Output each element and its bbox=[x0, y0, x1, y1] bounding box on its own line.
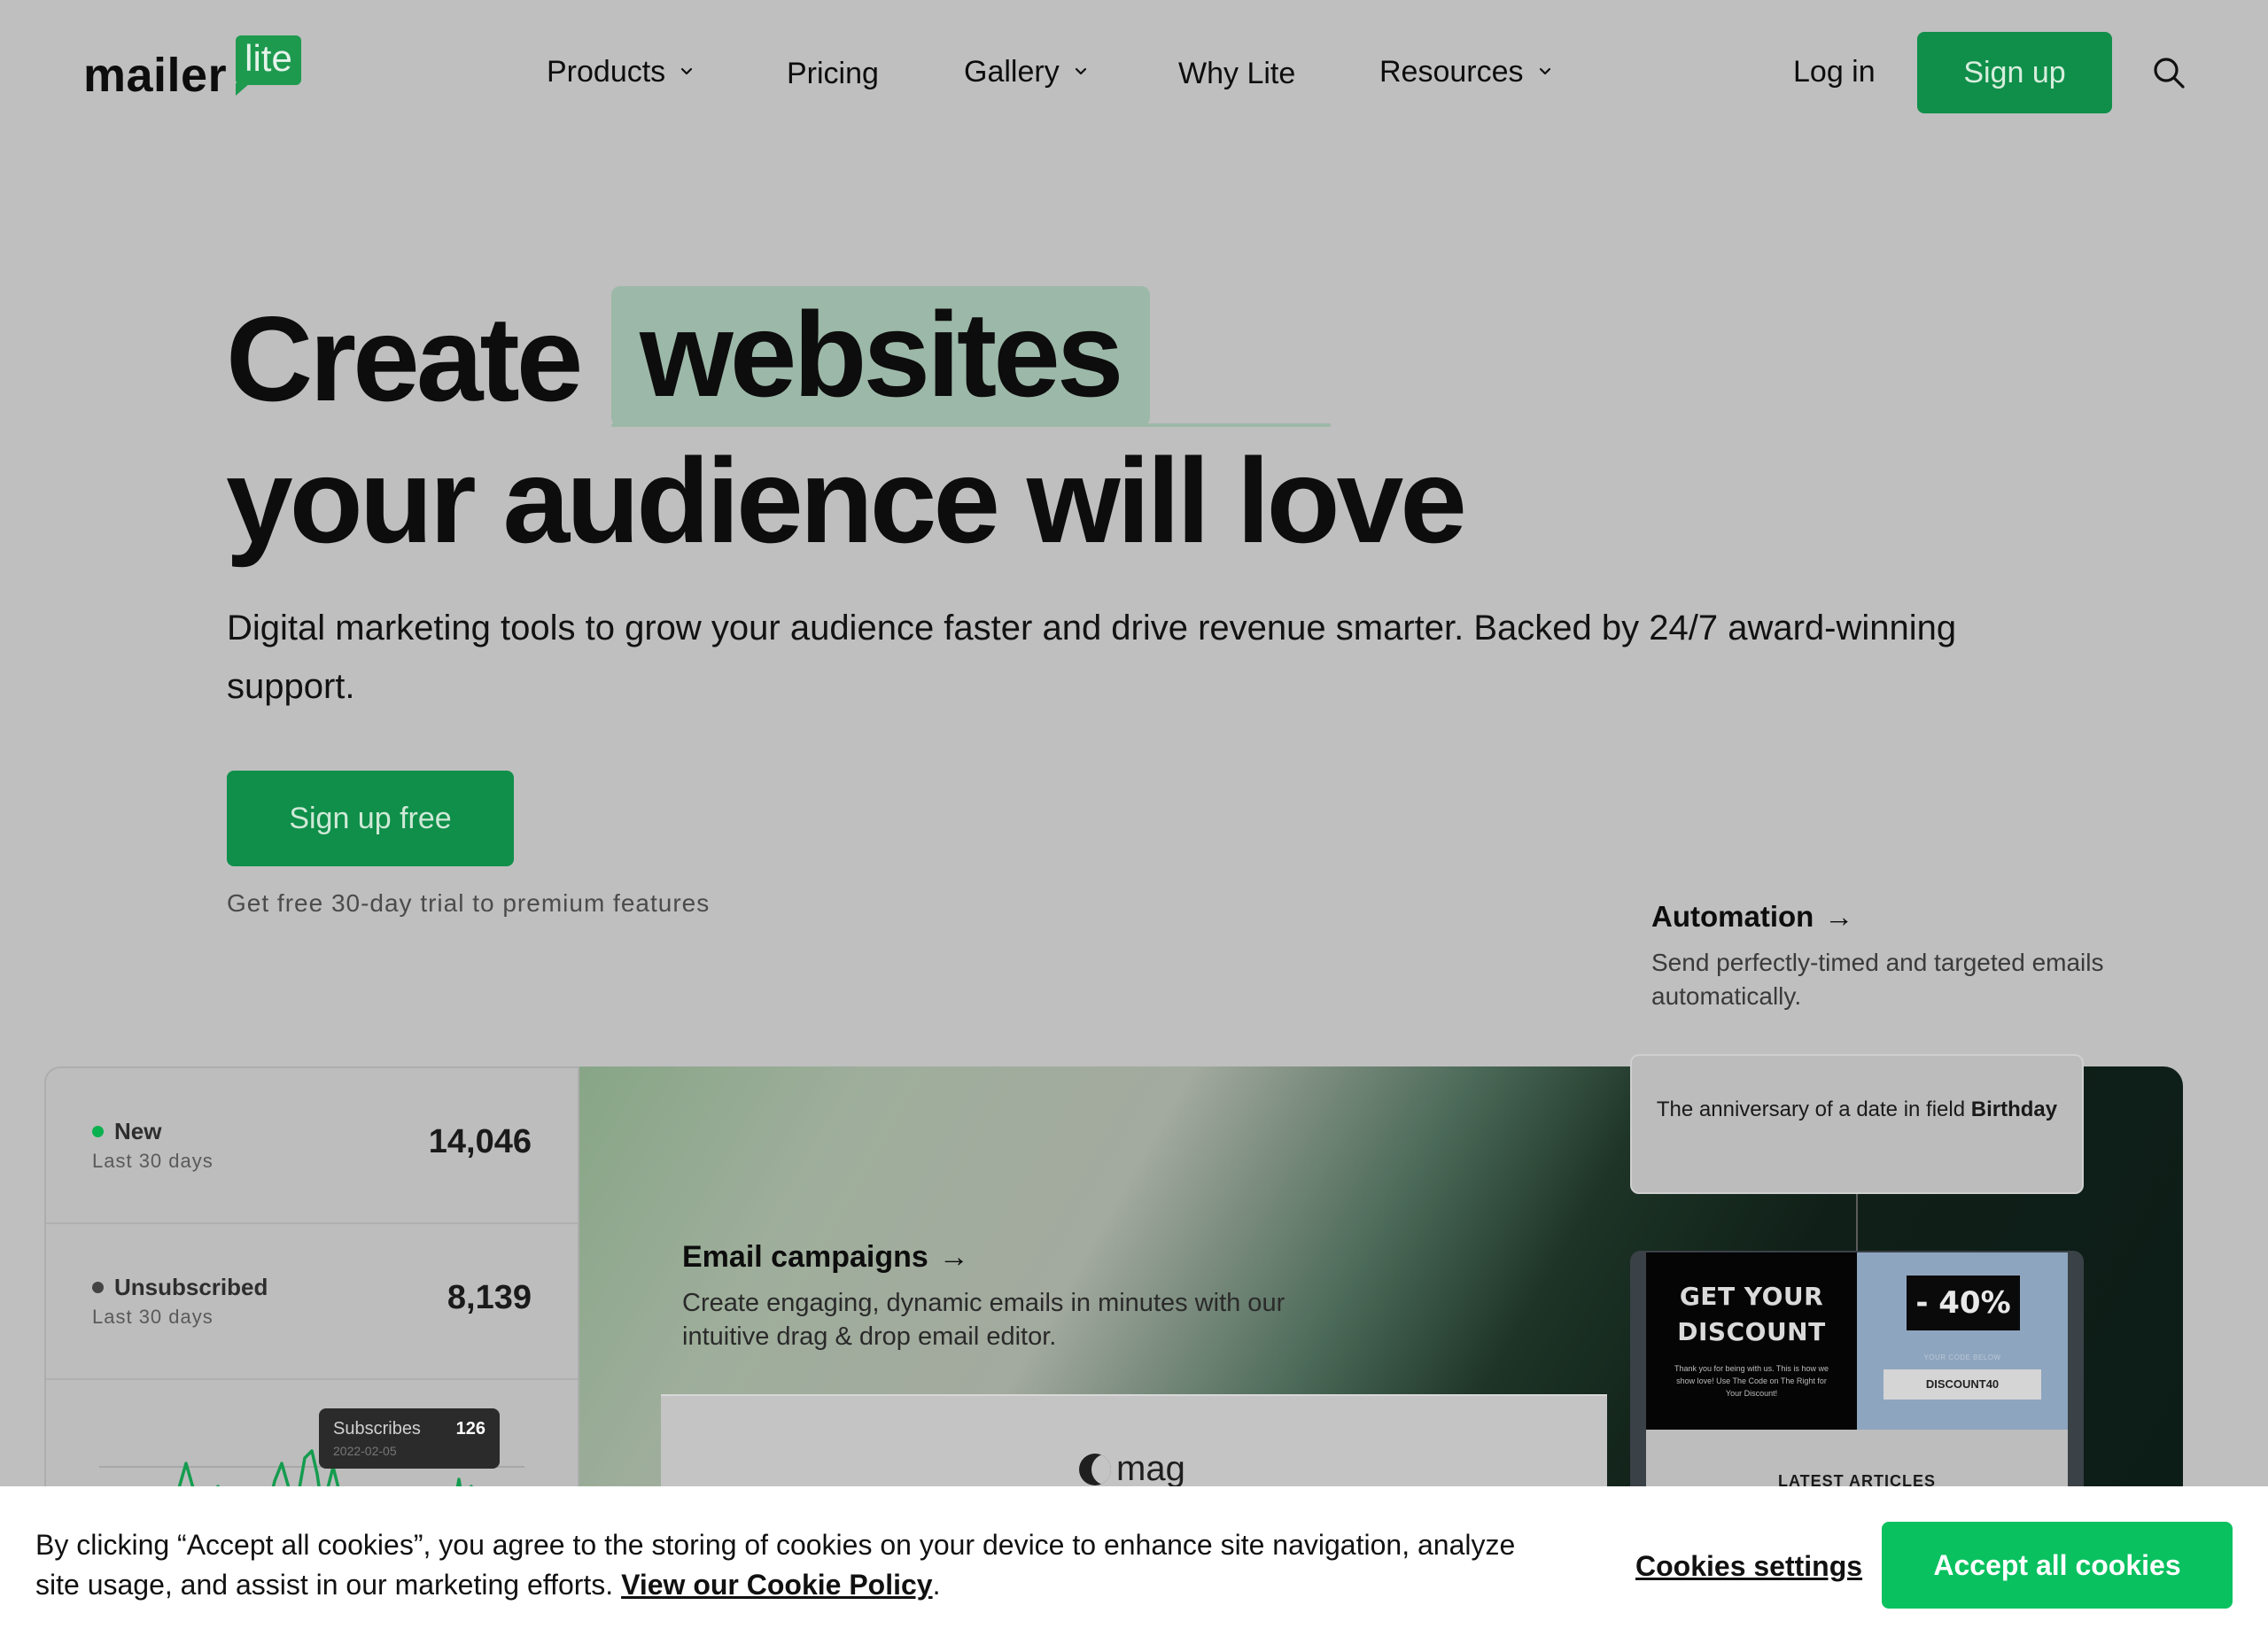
trigger-text: The anniversary of a date in field bbox=[1656, 1097, 1966, 1121]
cookie-policy-link[interactable]: View our Cookie Policy bbox=[621, 1569, 933, 1601]
headline-line-2: your audience will love bbox=[226, 433, 1467, 568]
search-icon[interactable] bbox=[2151, 55, 2186, 90]
headline-line-1: Create bbox=[226, 288, 583, 430]
automation-description: Send perfectly-timed and targeted emails… bbox=[1651, 949, 2104, 1010]
promo-headline-1: GET YOUR bbox=[1679, 1282, 1824, 1311]
stat-period: Last 30 days bbox=[92, 1306, 214, 1328]
stat-period: Last 30 days bbox=[92, 1150, 214, 1172]
mailerlite-logo[interactable]: mailer lite bbox=[83, 35, 314, 106]
arrow-right-icon: → bbox=[1824, 900, 1854, 933]
discount-email-preview: GET YOUR DISCOUNT Thank you for being wi… bbox=[1630, 1251, 2084, 1516]
login-link[interactable]: Log in bbox=[1793, 51, 1876, 92]
code-label: YOUR CODE BELOW bbox=[1923, 1353, 2001, 1361]
nav-resources[interactable]: Resources bbox=[1379, 51, 1554, 92]
nav-products[interactable]: Products bbox=[547, 51, 695, 92]
nav-gallery-label: Gallery bbox=[964, 55, 1060, 89]
stat-value: 8,139 bbox=[447, 1279, 532, 1316]
stat-label-unsubscribed: Unsubscribed bbox=[92, 1274, 268, 1301]
stat-row-new: New Last 30 days 14,046 bbox=[46, 1068, 578, 1224]
nav-resources-label: Resources bbox=[1379, 55, 1524, 89]
tooltip-label: Subscribes bbox=[333, 1419, 421, 1438]
stat-row-unsubscribed: Unsubscribed Last 30 days 8,139 bbox=[46, 1224, 578, 1380]
logo-wordmark: mailer bbox=[83, 49, 228, 102]
mag-logo-text: mag bbox=[1116, 1449, 1185, 1488]
stat-value: 14,046 bbox=[428, 1123, 532, 1160]
signup-button[interactable]: Sign up bbox=[1917, 32, 2112, 113]
status-dot-icon bbox=[92, 1126, 104, 1137]
logo-badge-tail bbox=[236, 83, 250, 96]
promo-right-panel: - 40% YOUR CODE BELOW DISCOUNT40 bbox=[1857, 1252, 2068, 1430]
nav-why-lite[interactable]: Why Lite bbox=[1178, 53, 1295, 94]
nav-pricing-label: Pricing bbox=[787, 57, 879, 90]
automation-link[interactable]: Automation → bbox=[1651, 900, 1853, 934]
headline-word-create: Create bbox=[226, 291, 583, 426]
hero-subtitle: Digital marketing tools to grow your aud… bbox=[227, 609, 1957, 706]
accept-all-cookies-button[interactable]: Accept all cookies bbox=[1882, 1522, 2233, 1609]
nav-gallery[interactable]: Gallery bbox=[964, 51, 1090, 92]
tooltip-date: 2022-02-05 bbox=[333, 1444, 397, 1458]
logo-badge: lite bbox=[245, 37, 292, 79]
mag-logo-icon bbox=[1079, 1453, 1111, 1485]
promo-headline: GET YOUR DISCOUNT bbox=[1646, 1279, 1857, 1350]
nav-why-lite-label: Why Lite bbox=[1178, 57, 1296, 90]
promo-body-text: Thank you for being with us. This is how… bbox=[1674, 1364, 1829, 1398]
status-dot-icon bbox=[92, 1282, 104, 1293]
tooltip-value: 126 bbox=[455, 1419, 485, 1438]
headline-highlight-word: websites bbox=[640, 287, 1123, 422]
automation-title: Automation bbox=[1651, 900, 1814, 933]
stat-label-text: New bbox=[114, 1118, 162, 1144]
cookies-settings-link[interactable]: Cookies settings bbox=[1635, 1550, 1862, 1583]
cookie-message: By clicking “Accept all cookies”, you ag… bbox=[35, 1525, 1542, 1605]
arrow-right-icon: → bbox=[938, 1240, 969, 1274]
email-campaigns-link[interactable]: Email campaigns → bbox=[682, 1240, 969, 1275]
cookie-banner: By clicking “Accept all cookies”, you ag… bbox=[0, 1486, 2268, 1644]
stat-label-new: New bbox=[92, 1118, 161, 1145]
trigger-field: Birthday bbox=[1970, 1097, 2058, 1121]
email-campaigns-description: Create engaging, dynamic emails in minut… bbox=[682, 1289, 1285, 1351]
signup-free-button[interactable]: Sign up free bbox=[227, 771, 514, 866]
chevron-down-icon bbox=[1539, 67, 1550, 75]
promo-left-panel: GET YOUR DISCOUNT Thank you for being wi… bbox=[1646, 1252, 1857, 1430]
mag-logo: mag bbox=[1079, 1449, 1185, 1489]
discount-code: DISCOUNT40 bbox=[1884, 1369, 2041, 1400]
nav-pricing[interactable]: Pricing bbox=[787, 53, 879, 94]
promo-headline-2: DISCOUNT bbox=[1677, 1317, 1826, 1346]
chevron-down-icon bbox=[1075, 67, 1086, 75]
trial-note: Get free 30-day trial to premium feature… bbox=[227, 889, 711, 917]
cookie-period: . bbox=[932, 1569, 941, 1601]
workflow-connector bbox=[1856, 1194, 1858, 1252]
email-campaigns-title: Email campaigns bbox=[682, 1240, 928, 1274]
discount-percent: - 40% bbox=[1907, 1276, 2020, 1330]
nav-products-label: Products bbox=[547, 55, 666, 89]
chart-tooltip: Subscribes 126 2022-02-05 bbox=[319, 1408, 500, 1469]
automation-trigger-card: The anniversary of a date in field Birth… bbox=[1630, 1054, 2084, 1194]
chevron-down-icon bbox=[681, 67, 693, 75]
stat-label-text: Unsubscribed bbox=[114, 1274, 268, 1300]
